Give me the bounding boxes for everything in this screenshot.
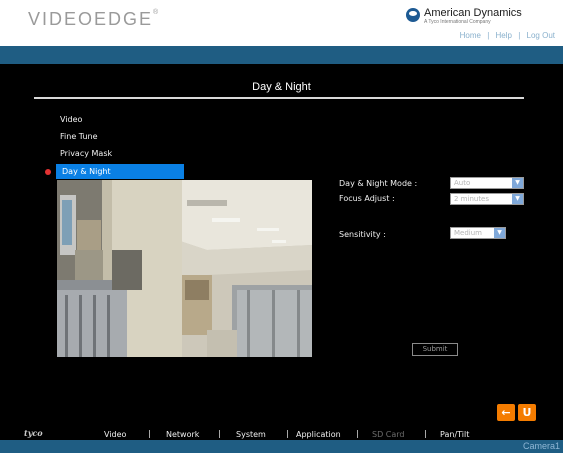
nav-video[interactable]: Video — [104, 430, 126, 439]
camera-image — [57, 180, 312, 357]
help-link[interactable]: Help — [494, 31, 514, 40]
menu-item-video[interactable]: Video — [60, 115, 82, 124]
nav-pan-tilt[interactable]: Pan/Tilt — [440, 430, 469, 439]
logout-link[interactable]: Log Out — [525, 31, 557, 40]
brand-subtitle: A Tyco International Company — [424, 19, 491, 25]
nav-separator: | — [148, 429, 151, 438]
camera-view — [57, 180, 312, 357]
tyco-logo: tyco — [24, 428, 43, 438]
chevron-down-icon: ▼ — [512, 194, 523, 204]
chevron-down-icon: ▼ — [512, 178, 523, 188]
american-dynamics-logo-icon — [406, 8, 420, 22]
link-separator: | — [487, 31, 490, 40]
day-night-mode-value: Auto — [454, 179, 471, 187]
camera-name: Camera1 — [522, 441, 560, 451]
title-divider — [34, 97, 524, 99]
nav-network[interactable]: Network — [166, 430, 199, 439]
nav-system[interactable]: System — [236, 430, 266, 439]
focus-adjust-value: 2 minutes — [454, 195, 490, 203]
nav-separator: | — [356, 429, 359, 438]
chevron-down-icon: ▼ — [494, 228, 505, 238]
day-night-mode-select[interactable]: Auto ▼ — [450, 177, 524, 189]
back-arrow-icon[interactable]: ← — [497, 404, 515, 421]
menu-item-fine-tune[interactable]: Fine Tune — [60, 132, 98, 141]
american-dynamics-brand: American Dynamics A Tyco International C… — [406, 7, 522, 25]
header: VIDEOEDGE® American Dynamics A Tyco Inte… — [0, 0, 563, 46]
nav-separator: | — [218, 429, 221, 438]
videoedge-logo: VIDEOEDGE® — [28, 9, 161, 29]
undo-icon[interactable]: U — [518, 404, 536, 421]
day-night-mode-label: Day & Night Mode : — [339, 179, 418, 188]
footer-bar: Camera1 — [0, 440, 563, 453]
page-title: Day & Night — [252, 81, 311, 93]
home-link[interactable]: Home — [458, 31, 483, 40]
focus-adjust-select[interactable]: 2 minutes ▼ — [450, 193, 524, 205]
brand-name: American Dynamics — [424, 7, 522, 19]
focus-adjust-label: Focus Adjust : — [339, 194, 395, 203]
top-links: Home | Help | Log Out — [458, 31, 557, 40]
nav-separator: | — [286, 429, 289, 438]
nav-sd-card: SD Card — [372, 430, 405, 439]
nav-separator: | — [424, 429, 427, 438]
top-bar — [0, 46, 563, 64]
sensitivity-value: Medium — [454, 229, 482, 237]
menu-item-day-night[interactable]: Day & Night — [56, 164, 184, 179]
active-bullet-icon — [45, 169, 51, 175]
sensitivity-select[interactable]: Medium ▼ — [450, 227, 506, 239]
submit-button[interactable]: Submit — [412, 343, 458, 356]
menu-item-privacy-mask[interactable]: Privacy Mask — [60, 149, 112, 158]
link-separator: | — [518, 31, 521, 40]
nav-application[interactable]: Application — [296, 430, 341, 439]
sensitivity-label: Sensitivity : — [339, 230, 386, 239]
